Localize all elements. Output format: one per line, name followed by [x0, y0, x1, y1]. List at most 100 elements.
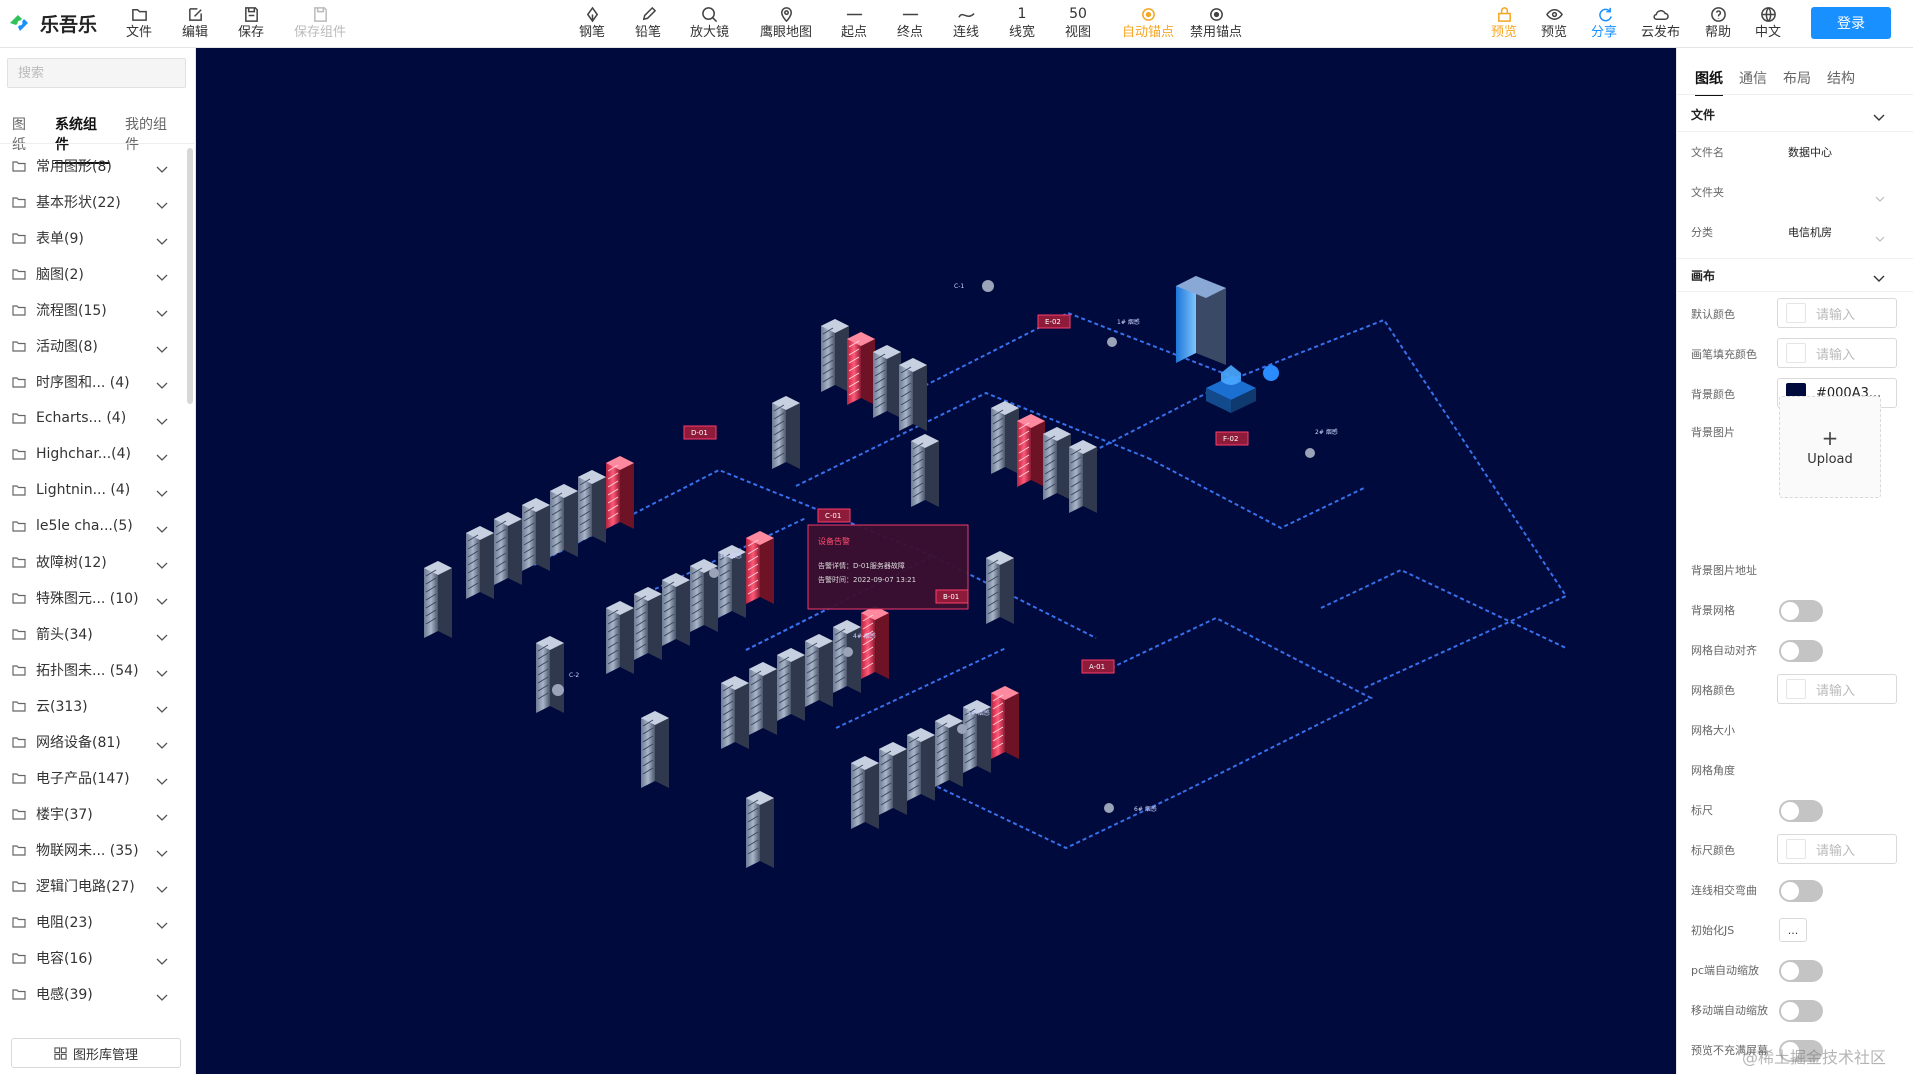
folder-row[interactable]: 文件夹: [1677, 174, 1913, 208]
rack[interactable]: [911, 434, 939, 507]
rack[interactable]: [851, 756, 879, 829]
login-button[interactable]: 登录: [1811, 7, 1891, 39]
auto-anchor-tool[interactable]: 自动锚点: [1122, 4, 1174, 44]
rack[interactable]: [879, 742, 907, 815]
category-item[interactable]: 脑图(2): [0, 256, 186, 292]
rack-alarm[interactable]: [1017, 414, 1045, 487]
preview-button[interactable]: 预览: [1541, 4, 1567, 44]
firewall-device[interactable]: [1206, 365, 1279, 413]
category-item[interactable]: 物联网未... (35): [0, 832, 186, 868]
category-item[interactable]: 故障树(12): [0, 544, 186, 580]
ruler-toggle[interactable]: [1779, 800, 1823, 822]
category-item[interactable]: 拓扑图未... (54): [0, 652, 186, 688]
pen-tool[interactable]: 钢笔: [579, 4, 605, 44]
language-menu[interactable]: 中文: [1755, 4, 1781, 44]
rack-alarm[interactable]: [861, 606, 889, 679]
magnifier-tool[interactable]: 放大镜: [690, 4, 729, 44]
rack[interactable]: [749, 662, 777, 735]
ruler-color-picker[interactable]: 请输入: [1777, 834, 1897, 864]
pencil-tool[interactable]: 铅笔: [635, 4, 661, 44]
category-item[interactable]: 电感(39): [0, 976, 186, 1012]
rack[interactable]: [466, 526, 494, 599]
bg-grid-toggle[interactable]: [1779, 600, 1823, 622]
rack-alarm[interactable]: [991, 686, 1019, 759]
rack[interactable]: [606, 601, 634, 674]
line-width-tool[interactable]: 1 线宽: [1009, 4, 1035, 44]
rack[interactable]: [662, 573, 690, 646]
category-item[interactable]: 电容(16): [0, 940, 186, 976]
end-point-tool[interactable]: 终点: [897, 4, 923, 44]
category-item[interactable]: 逻辑门电路(27): [0, 868, 186, 904]
rack[interactable]: [424, 561, 452, 638]
category-item[interactable]: 流程图(15): [0, 292, 186, 328]
tab-layout[interactable]: 布局: [1783, 68, 1811, 96]
category-item[interactable]: Lightnin... (4): [0, 472, 186, 508]
rack[interactable]: [634, 587, 662, 660]
rack[interactable]: [494, 512, 522, 585]
file-menu[interactable]: 文件: [126, 4, 152, 44]
grid-align-toggle[interactable]: [1779, 640, 1823, 662]
category-item[interactable]: 基本形状(22): [0, 184, 186, 220]
rack[interactable]: [721, 676, 749, 749]
start-point-tool[interactable]: 起点: [841, 4, 867, 44]
cloud-publish-button[interactable]: 云发布: [1641, 4, 1680, 44]
category-row[interactable]: 分类 电信机房: [1677, 214, 1913, 248]
rack[interactable]: [873, 345, 901, 418]
pc-zoom-toggle[interactable]: [1779, 960, 1823, 982]
rack[interactable]: [907, 728, 935, 801]
default-color-picker[interactable]: 请输入: [1777, 298, 1897, 328]
tab-drawing[interactable]: 图纸: [1695, 68, 1723, 96]
rack[interactable]: [746, 791, 774, 868]
save-component-button[interactable]: 保存组件: [294, 4, 346, 44]
category-scrollbar[interactable]: [187, 148, 193, 404]
rack[interactable]: [522, 498, 550, 571]
rack[interactable]: [578, 470, 606, 543]
rack[interactable]: [1043, 427, 1071, 500]
help-menu[interactable]: 帮助: [1705, 4, 1731, 44]
rack[interactable]: [899, 358, 927, 431]
rack-alarm[interactable]: [606, 456, 634, 529]
rack[interactable]: [805, 634, 833, 707]
disable-anchor-tool[interactable]: 禁用锚点: [1190, 4, 1242, 44]
category-item[interactable]: Highchar...(4): [0, 436, 186, 472]
rack[interactable]: [991, 401, 1019, 474]
tab-structure[interactable]: 结构: [1827, 68, 1855, 96]
cabinet-blue[interactable]: [1176, 276, 1226, 365]
search-input[interactable]: [7, 58, 186, 88]
init-js-button[interactable]: ...: [1779, 918, 1807, 942]
share-button[interactable]: 分享: [1591, 4, 1617, 44]
canvas-section-header[interactable]: 画布: [1677, 258, 1913, 292]
rack-alarm[interactable]: [746, 531, 774, 604]
category-item[interactable]: le5le cha...(5): [0, 508, 186, 544]
view-zoom-tool[interactable]: 50 视图: [1065, 4, 1091, 44]
rack[interactable]: [935, 714, 963, 787]
rack[interactable]: [550, 484, 578, 557]
rack[interactable]: [536, 636, 564, 713]
rack[interactable]: [641, 711, 669, 788]
category-item[interactable]: 网络设备(81): [0, 724, 186, 760]
rack-alarm[interactable]: [847, 332, 875, 405]
bg-image-upload[interactable]: + Upload: [1779, 396, 1881, 498]
category-item[interactable]: 电阻(23): [0, 904, 186, 940]
rack[interactable]: [772, 396, 800, 469]
file-section-header[interactable]: 文件: [1677, 98, 1913, 132]
connect-line-tool[interactable]: 连线: [953, 4, 979, 44]
category-item[interactable]: 特殊图元... (10): [0, 580, 186, 616]
mobile-zoom-toggle[interactable]: [1779, 1000, 1823, 1022]
category-item[interactable]: 时序图和... (4): [0, 364, 186, 400]
rack[interactable]: [821, 319, 849, 392]
rack[interactable]: [1069, 440, 1097, 513]
app-logo[interactable]: 乐吾乐: [6, 9, 97, 37]
pen-fill-color-picker[interactable]: 请输入: [1777, 338, 1897, 368]
rack[interactable]: [986, 551, 1014, 624]
category-item[interactable]: Echarts... (4): [0, 400, 186, 436]
category-item[interactable]: 楼宇(37): [0, 796, 186, 832]
data-center-scene[interactable]: 设备告警 告警详情：D-01服务器故障 告警时间：2022-09-07 13:2…: [196, 48, 1676, 1074]
file-name-value[interactable]: 数据中心: [1788, 144, 1832, 160]
drawing-canvas[interactable]: 设备告警 告警详情：D-01服务器故障 告警时间：2022-09-07 13:2…: [196, 48, 1676, 1074]
eagle-map-tool[interactable]: 鹰眼地图: [760, 4, 812, 44]
line-cross-toggle[interactable]: [1779, 880, 1823, 902]
edit-menu[interactable]: 编辑: [182, 4, 208, 44]
save-button[interactable]: 保存: [238, 4, 264, 44]
category-item[interactable]: 电子产品(147): [0, 760, 186, 796]
